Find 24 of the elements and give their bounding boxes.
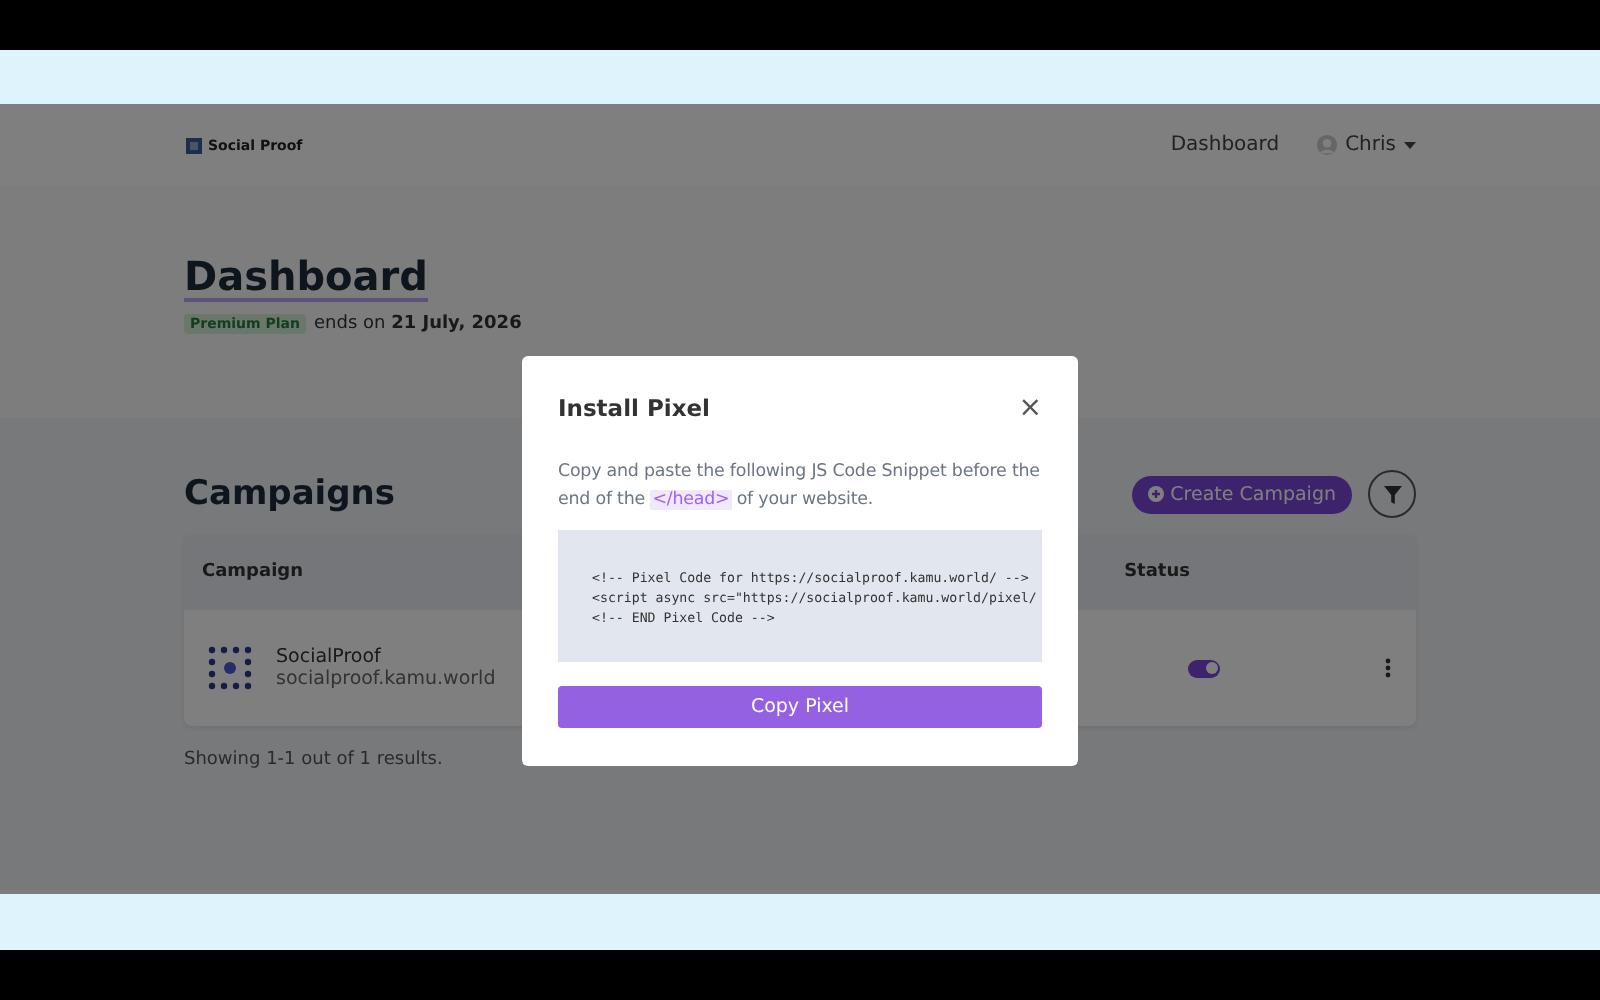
logo-icon: [184, 135, 204, 155]
create-campaign-button[interactable]: Create Campaign: [1132, 475, 1352, 513]
plan-expiry: ends on 21 July, 2026: [313, 314, 522, 334]
avatar-icon: [1315, 134, 1338, 156]
page-title: Dashboard: [184, 254, 428, 302]
plus-icon: [1148, 486, 1165, 502]
nav-link[interactable]: Dashboard: [1170, 134, 1280, 156]
campaign-name: SocialProof: [276, 646, 383, 668]
filter-button[interactable]: [1368, 470, 1416, 518]
close-button[interactable]: ×: [1018, 392, 1042, 424]
column-header: Campaign: [202, 562, 304, 582]
status-toggle[interactable]: [1188, 659, 1220, 677]
section-title: Campaigns: [184, 474, 396, 514]
filter-icon: [1383, 485, 1401, 503]
campaign-domain: socialproof.kamu.world: [276, 668, 496, 690]
copy-pixel-button[interactable]: Copy Pixel: [558, 686, 1042, 728]
user-menu[interactable]: Chris: [1345, 134, 1396, 156]
campaign-icon: [208, 646, 252, 690]
instructions-text: Copy and paste the following JS Code Snippet before the end of the </head> of your website.: [558, 460, 1042, 514]
results-count: Showing 1-1 out of 1 results.: [184, 750, 445, 770]
caret-icon: [1404, 141, 1416, 149]
column-header: Status: [1124, 562, 1190, 582]
more-icon[interactable]: [1384, 658, 1392, 678]
dialog-title: Install Pixel: [558, 394, 710, 422]
